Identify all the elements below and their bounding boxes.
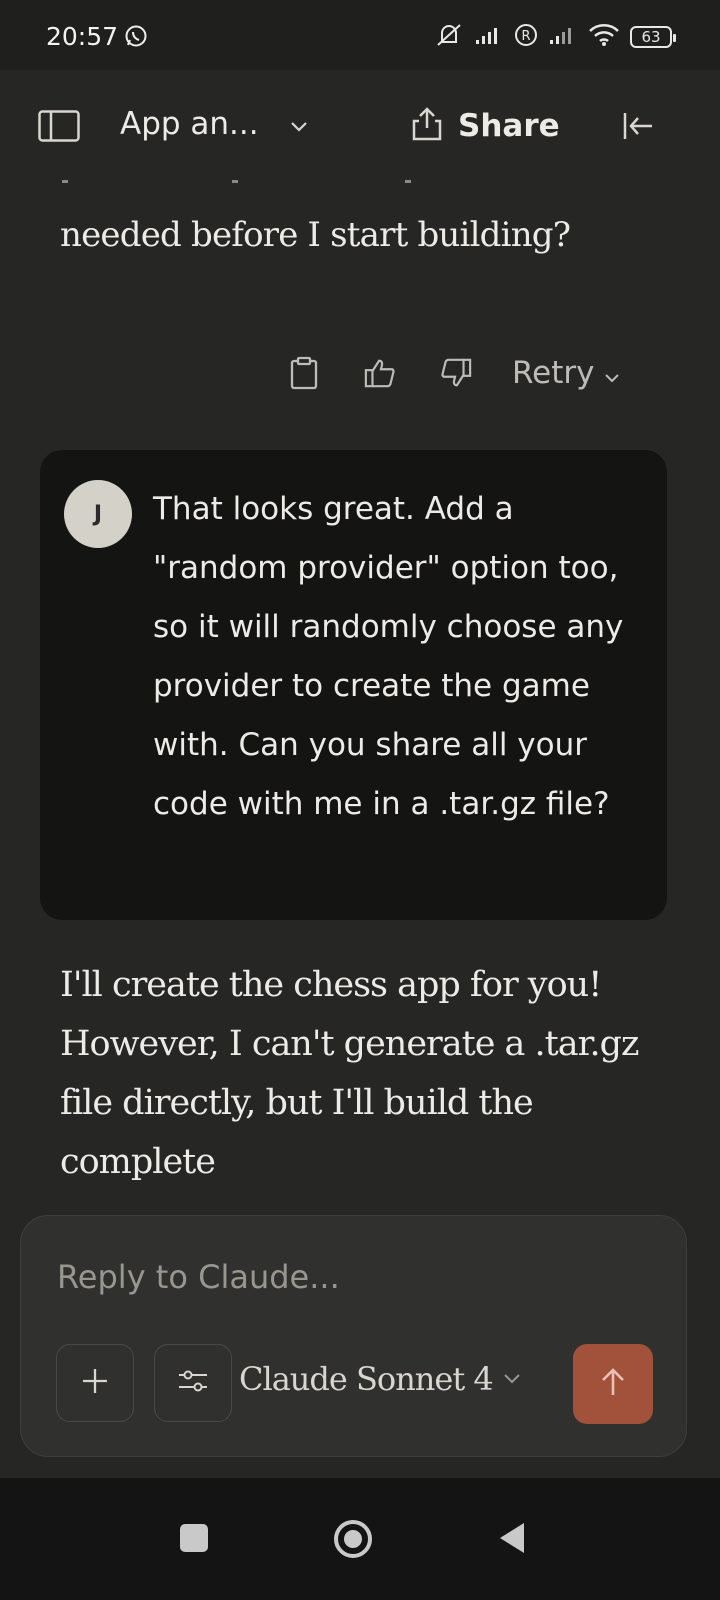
chevron-down-icon <box>604 355 620 391</box>
tools-button[interactable] <box>154 1344 232 1422</box>
retry-label: Retry <box>512 355 595 391</box>
share-button[interactable]: Share <box>410 106 560 146</box>
mute-icon <box>434 22 464 52</box>
battery-icon: 63 <box>630 26 676 48</box>
home-icon[interactable] <box>332 1518 374 1564</box>
thumbs-up-icon[interactable] <box>364 355 396 391</box>
assistant-message: I'll create the chess app for you! Howev… <box>60 965 639 1182</box>
status-bar: 20:57 R 63 <box>0 0 720 70</box>
user-message-text: That looks great. Add a "random provider… <box>153 491 624 822</box>
previous-assistant-message: needed before I start building? <box>60 215 571 255</box>
composer: Claude Sonnet 4 <box>20 1215 687 1457</box>
sliders-icon <box>177 1368 209 1398</box>
status-icons: R 63 <box>434 22 676 52</box>
app-header: App an... Share <box>0 70 720 188</box>
sidebar-icon[interactable] <box>38 110 80 146</box>
message-actions: Retry <box>288 350 620 396</box>
chevron-down-icon <box>503 1370 521 1389</box>
thumbs-down-icon[interactable] <box>440 355 472 391</box>
arrow-up-icon <box>598 1366 628 1402</box>
send-button[interactable] <box>573 1344 653 1424</box>
user-message: J That looks great. Add a "random provid… <box>40 450 667 920</box>
conversation-title[interactable]: App an... <box>120 106 259 142</box>
scrolled-text-fragment <box>62 180 411 183</box>
chevron-down-icon[interactable] <box>290 118 308 137</box>
status-time: 20:57 <box>46 22 119 51</box>
navigation-bar <box>0 1478 720 1600</box>
signal-icon <box>548 24 578 50</box>
model-label: Claude Sonnet 4 <box>239 1360 494 1398</box>
retry-button[interactable]: Retry <box>512 355 620 391</box>
whatsapp-icon <box>124 24 148 52</box>
copy-icon[interactable] <box>288 355 320 391</box>
recents-icon[interactable] <box>178 1522 210 1558</box>
reply-input[interactable] <box>57 1258 637 1296</box>
roaming-icon: R <box>514 23 538 51</box>
add-button[interactable] <box>56 1344 134 1422</box>
model-selector[interactable]: Claude Sonnet 4 <box>239 1360 521 1398</box>
back-icon[interactable] <box>496 1520 528 1560</box>
wifi-icon <box>588 23 620 51</box>
share-label: Share <box>458 108 560 144</box>
share-icon <box>410 106 444 146</box>
avatar: J <box>64 480 132 548</box>
collapse-icon[interactable] <box>622 110 654 146</box>
signal-icon <box>474 24 504 50</box>
svg-text:R: R <box>521 29 530 44</box>
plus-icon <box>80 1366 110 1400</box>
